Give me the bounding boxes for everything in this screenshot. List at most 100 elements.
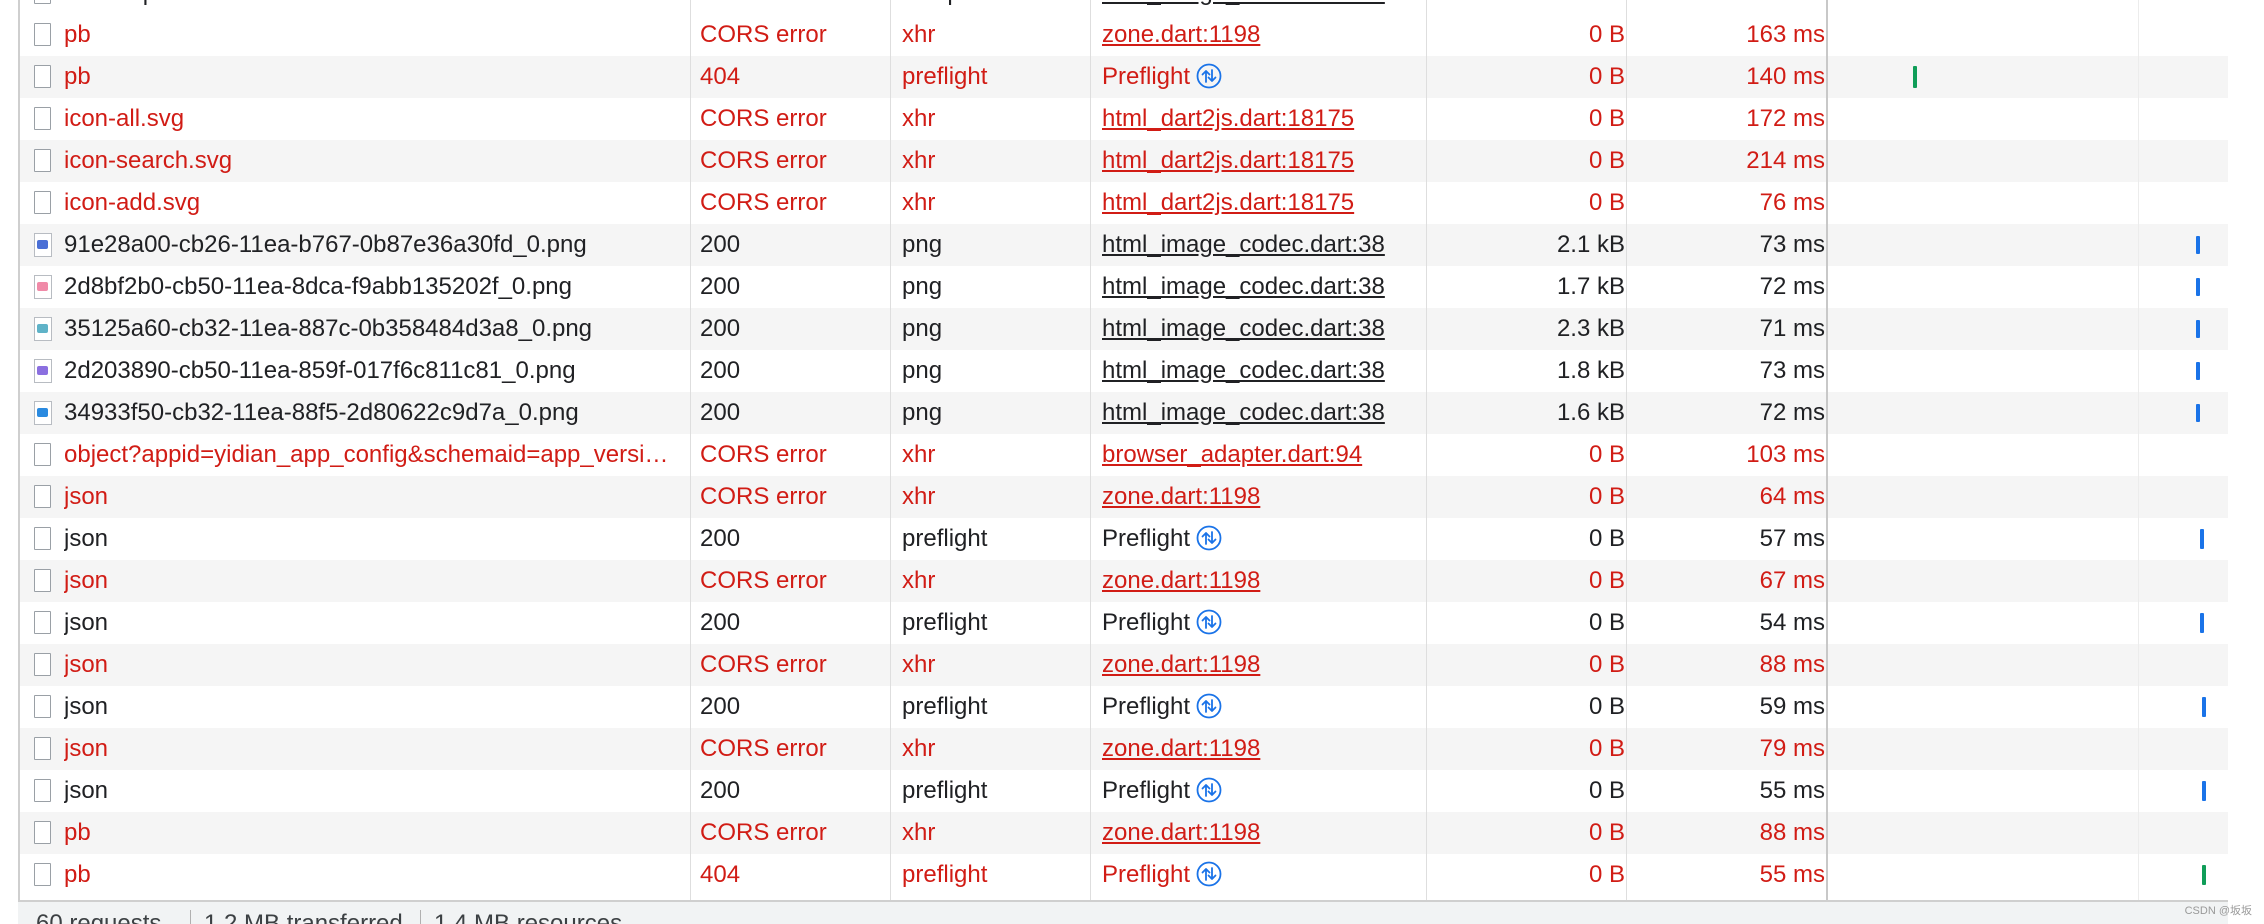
table-row[interactable]: 35125a60-cb32-11ea-887c-0b358484d3a8_0.p… [20, 308, 2228, 350]
request-name[interactable]: icon-search.svg [64, 140, 694, 182]
column-divider[interactable] [1626, 0, 1627, 900]
request-initiator-link[interactable]: zone.dart:1198 [1102, 476, 1432, 518]
file-icon [34, 107, 51, 130]
table-row[interactable]: json 200 preflight Preflight 0 B 55 ms [20, 770, 2228, 812]
request-name[interactable]: 34933f50-cb32-11ea-88f5-2d80622c9d7a_0.p… [64, 392, 694, 434]
request-name[interactable]: 2d8bf2b0-cb50-11ea-8dca-f9abb135202f_0.p… [64, 266, 694, 308]
table-row[interactable]: 2d8bf2b0-cb50-11ea-8dca-f9abb135202f_0.p… [20, 266, 2228, 308]
request-initiator-link[interactable]: html_image_codec.dart:38 [1102, 0, 1432, 14]
request-initiator-link[interactable]: html_image_codec.dart:38 [1102, 224, 1432, 266]
request-size: 0 B [1588, 735, 1625, 762]
watermark: CSDN @坂坂 [2184, 905, 2252, 917]
table-row[interactable]: json 200 preflight Preflight 0 B 54 ms [20, 602, 2228, 644]
table-row[interactable]: object?appid=yidian_app_config&schemaid=… [20, 434, 2228, 476]
request-time: 64 ms [1759, 483, 1825, 510]
column-divider[interactable] [1090, 0, 1091, 900]
initiator-label: Preflight [1102, 63, 1191, 90]
request-initiator-link[interactable]: zone.dart:1198 [1102, 14, 1432, 56]
request-time: 67 ms [1759, 567, 1825, 594]
table-row[interactable]: pb 404 preflight Preflight 0 B 140 ms [20, 56, 2228, 98]
file-icon [34, 821, 51, 844]
request-name[interactable]: pb [64, 812, 694, 854]
request-initiator-link[interactable]: html_image_codec.dart:38 [1102, 266, 1432, 308]
request-name[interactable]: json [64, 770, 694, 812]
table-row[interactable]: blob:http://localhost:58582/e8e3ab12-656… [20, 0, 2228, 14]
table-row[interactable]: json CORS error xhr zone.dart:1198 0 B 88 ms [20, 644, 2228, 686]
request-initiator-link[interactable]: zone.dart:1198 [1102, 560, 1432, 602]
request-name[interactable]: object?appid=yidian_app_config&schemaid=… [64, 434, 694, 476]
file-icon [34, 653, 51, 676]
request-initiator-link[interactable]: html_dart2js.dart:18175 [1102, 182, 1432, 224]
column-divider[interactable] [690, 0, 691, 900]
request-size: 0 B [1588, 567, 1625, 594]
request-time: 73 ms [1759, 231, 1825, 258]
image-thumbnail [37, 282, 48, 291]
request-initiator-link[interactable]: html_image_codec.dart:38 [1102, 392, 1432, 434]
request-initiator-link[interactable]: html_dart2js.dart:18175 [1102, 140, 1432, 182]
request-initiator-link[interactable]: html_image_codec.dart:38 [1102, 308, 1432, 350]
request-initiator: Preflight [1102, 770, 1432, 812]
preflight-link-icon[interactable] [1196, 777, 1222, 803]
column-divider[interactable] [1426, 0, 1427, 900]
request-name[interactable]: json [64, 518, 694, 560]
request-initiator-link[interactable]: browser_adapter.dart:94 [1102, 434, 1432, 476]
table-row[interactable]: pb CORS error xhr zone.dart:1198 0 B 88 ms [20, 812, 2228, 854]
table-row[interactable]: pb 404 preflight Preflight 0 B 55 ms [20, 854, 2228, 896]
request-initiator-link[interactable]: html_dart2js.dart:18175 [1102, 98, 1432, 140]
request-name[interactable]: 35125a60-cb32-11ea-887c-0b358484d3a8_0.p… [64, 308, 694, 350]
request-name[interactable]: pb [64, 854, 694, 896]
request-name[interactable]: json [64, 686, 694, 728]
request-time: 214 ms [1746, 147, 1825, 174]
request-name[interactable]: json [64, 728, 694, 770]
table-row[interactable]: json CORS error xhr zone.dart:1198 0 B 64 ms [20, 476, 2228, 518]
request-name[interactable]: pb [64, 14, 694, 56]
request-time: 172 ms [1746, 105, 1825, 132]
request-name[interactable]: json [64, 476, 694, 518]
request-status: 200 [700, 399, 741, 426]
request-time: 88 ms [1759, 651, 1825, 678]
request-size: 0 B [1588, 819, 1625, 846]
request-name[interactable]: 91e28a00-cb26-11ea-b767-0b87e36a30fd_0.p… [64, 224, 694, 266]
request-name[interactable]: icon-add.svg [64, 182, 694, 224]
request-time: 59 ms [1759, 693, 1825, 720]
table-row[interactable]: icon-add.svg CORS error xhr html_dart2js.da… [20, 182, 2228, 224]
request-initiator-link[interactable]: zone.dart:1198 [1102, 728, 1432, 770]
request-initiator-link[interactable]: html_image_codec.dart:38 [1102, 350, 1432, 392]
preflight-link-icon[interactable] [1196, 525, 1222, 551]
table-row[interactable]: json CORS error xhr zone.dart:1198 0 B 67 ms [20, 560, 2228, 602]
waterfall-divider[interactable] [1826, 0, 1828, 900]
preflight-link-icon[interactable] [1196, 63, 1222, 89]
table-row[interactable]: json CORS error xhr zone.dart:1198 0 B 79 ms [20, 728, 2228, 770]
network-requests-table: blob:http://localhost:58582/e8e3ab12-656… [18, 0, 2228, 900]
table-row[interactable]: pb CORS error xhr zone.dart:1198 0 B 163 ms [20, 14, 2228, 56]
request-name[interactable]: json [64, 560, 694, 602]
table-row[interactable]: icon-all.svg CORS error xhr html_dart2js.da… [20, 98, 2228, 140]
request-name[interactable]: pb [64, 56, 694, 98]
table-row[interactable]: 34933f50-cb32-11ea-88f5-2d80622c9d7a_0.p… [20, 392, 2228, 434]
request-time: 88 ms [1759, 819, 1825, 846]
table-row[interactable]: json 200 preflight Preflight 0 B 59 ms [20, 686, 2228, 728]
request-name[interactable]: json [64, 602, 694, 644]
request-type: png [902, 273, 943, 300]
request-name[interactable]: blob:http://localhost:58582/e8e3ab12-656… [64, 0, 694, 14]
waterfall-timing-bar [2202, 781, 2206, 801]
file-icon [34, 191, 51, 214]
request-initiator-link[interactable]: zone.dart:1198 [1102, 644, 1432, 686]
table-row[interactable]: json 200 preflight Preflight 0 B 57 ms [20, 518, 2228, 560]
request-time: 55 ms [1759, 777, 1825, 804]
request-name[interactable]: icon-all.svg [64, 98, 694, 140]
table-row[interactable]: 91e28a00-cb26-11ea-b767-0b87e36a30fd_0.p… [20, 224, 2228, 266]
request-size: 0 B [1588, 63, 1625, 90]
request-name[interactable]: 2d203890-cb50-11ea-859f-017f6c811c81_0.p… [64, 350, 694, 392]
request-initiator: Preflight [1102, 56, 1432, 98]
table-row[interactable]: icon-search.svg CORS error xhr html_dart2js… [20, 140, 2228, 182]
preflight-link-icon[interactable] [1196, 861, 1222, 887]
table-row[interactable]: 2d203890-cb50-11ea-859f-017f6c811c81_0.p… [20, 350, 2228, 392]
request-type: xhr [902, 483, 936, 510]
request-initiator-link[interactable]: zone.dart:1198 [1102, 812, 1432, 854]
column-divider[interactable] [890, 0, 891, 900]
request-name[interactable]: json [64, 644, 694, 686]
preflight-link-icon[interactable] [1196, 693, 1222, 719]
preflight-link-icon[interactable] [1196, 609, 1222, 635]
file-icon [34, 485, 51, 508]
